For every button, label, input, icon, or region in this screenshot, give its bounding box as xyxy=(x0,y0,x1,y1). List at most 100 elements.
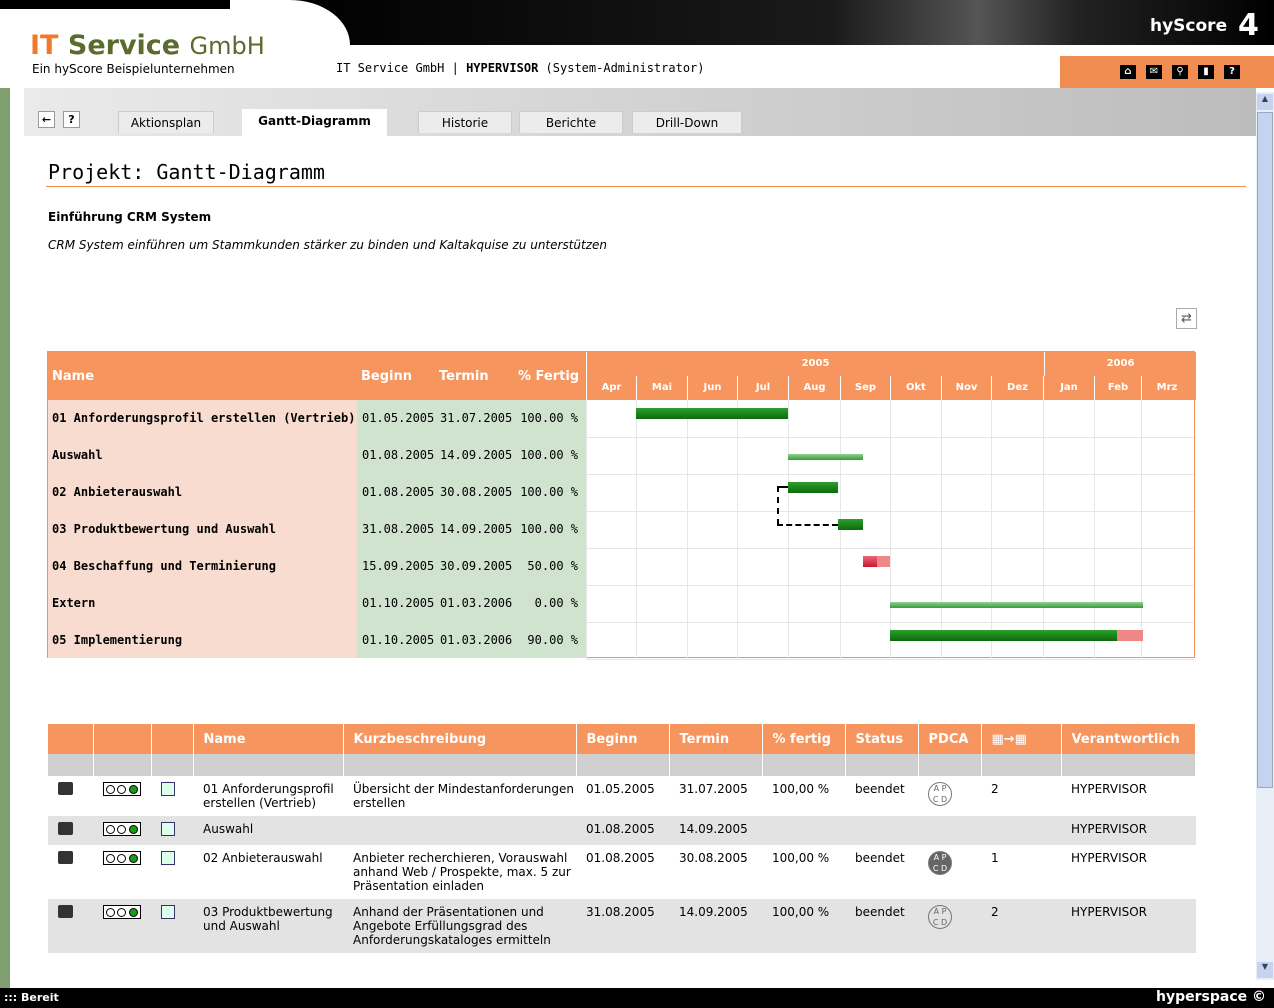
gantt-month-aug: Aug xyxy=(788,376,840,400)
book-icon[interactable]: ▮ xyxy=(1198,65,1214,79)
gantt-bar-anforderungsprofil[interactable] xyxy=(636,408,788,419)
gantt-task-end: 14.09.2005 xyxy=(440,448,513,462)
cell-pct: 100,00 % xyxy=(772,782,830,796)
cell-icon xyxy=(48,816,93,845)
gantt-col-end: Termin xyxy=(439,369,489,384)
mail-icon[interactable]: ✉ xyxy=(1146,65,1162,79)
gantt-gridline xyxy=(788,400,789,658)
gantt-summary-extern[interactable] xyxy=(890,602,1143,608)
gantt-gridline xyxy=(991,400,992,658)
gantt-chart: Name Beginn Termin % Fertig 2005 2006 Ap… xyxy=(47,351,1196,660)
col-name[interactable]: Name xyxy=(193,724,344,754)
document-icon[interactable] xyxy=(161,782,175,796)
brand-name: hyScore xyxy=(1150,16,1228,36)
company-logo[interactable]: IT Service GmbH xyxy=(30,30,265,61)
document-icon[interactable] xyxy=(161,822,175,836)
brand-logo: hyScore 4 xyxy=(1150,8,1259,43)
gantt-row-line xyxy=(586,622,1194,623)
gantt-row[interactable]: Extern 01.10.2005 01.03.2006 0.00 % xyxy=(48,585,586,622)
gantt-month-jul: Jul xyxy=(737,376,788,400)
gantt-bar-produktbewertung[interactable] xyxy=(838,519,864,530)
gantt-task-begin: 01.10.2005 xyxy=(362,633,435,647)
cell-desc: Anhand der Präsentationen und Angebote E… xyxy=(343,899,576,953)
col-status[interactable]: Status xyxy=(845,724,919,754)
gantt-row[interactable]: 02 Anbieterauswahl 01.08.2005 30.08.2005 10… xyxy=(48,474,586,511)
info-user: HYPERVISOR xyxy=(466,61,539,75)
gantt-row-line xyxy=(586,511,1194,512)
header-icons: ⌂ ✉ ⚲ ▮ ? xyxy=(1120,65,1240,79)
gantt-task-end: 01.03.2006 xyxy=(440,596,513,610)
gantt-task-begin: 15.09.2005 xyxy=(362,559,435,573)
document-icon[interactable] xyxy=(161,905,175,919)
gantt-row[interactable]: Auswahl 01.08.2005 14.09.2005 100.00 % xyxy=(48,437,586,474)
col-desc[interactable]: Kurzbeschreibung xyxy=(343,724,577,754)
gantt-row[interactable]: 01 Anforderungsprofil erstellen (Vertrie… xyxy=(48,400,586,437)
gantt-row[interactable]: 05 Implementierung 01.10.2005 01.03.2006 90… xyxy=(48,622,586,659)
gantt-task-pct: 100.00 % xyxy=(520,522,578,536)
gantt-gridline xyxy=(1094,400,1095,658)
left-accent-bar xyxy=(0,88,10,988)
gantt-month-mai: Mai xyxy=(636,376,687,400)
cell-pct: 100,00 % xyxy=(762,899,845,953)
table-row[interactable]: 03 Produktbewertung und Auswahl Anhand de… xyxy=(48,899,1196,953)
vertical-scrollbar[interactable]: ▲ ▼ xyxy=(1256,92,1274,980)
col-pdca[interactable]: PDCA xyxy=(918,724,982,754)
col-pct[interactable]: % fertig xyxy=(762,724,846,754)
gantt-task-pct: 50.00 % xyxy=(527,559,578,573)
edit-icon[interactable] xyxy=(58,782,73,795)
edit-icon[interactable] xyxy=(58,851,73,864)
table-row[interactable]: 02 Anbieterauswahl Anbieter recherchieren… xyxy=(48,845,1196,899)
gantt-bar-implementierung-rest[interactable] xyxy=(1117,630,1143,641)
col-owner[interactable]: Verantwortlich xyxy=(1061,724,1196,754)
search-icon[interactable]: ⚲ xyxy=(1172,65,1188,79)
gantt-bar-implementierung-done[interactable] xyxy=(890,630,1118,641)
scroll-thumb[interactable] xyxy=(1257,112,1273,788)
project-name: Einführung CRM System xyxy=(48,210,212,224)
gantt-row[interactable]: 03 Produktbewertung und Auswahl 31.08.200… xyxy=(48,511,586,548)
scroll-up-icon[interactable]: ▲ xyxy=(1257,94,1273,110)
edit-icon[interactable] xyxy=(58,822,73,835)
gantt-bar-anbieterauswahl[interactable] xyxy=(788,482,839,493)
col-traffic xyxy=(93,724,152,754)
cell-owner: HYPERVISOR xyxy=(1071,782,1148,796)
gantt-dependency-line xyxy=(777,486,779,525)
home-icon[interactable]: ⌂ xyxy=(1120,65,1136,79)
table-row[interactable]: Auswahl 01.08.2005 14.09.2005 HYPERVISOR xyxy=(48,816,1196,845)
gantt-bar-beschaffung-rest[interactable] xyxy=(876,556,890,567)
scroll-down-icon[interactable]: ▼ xyxy=(1257,962,1273,978)
document-icon[interactable] xyxy=(161,851,175,865)
table-row[interactable]: 01 Anforderungsprofil erstellen (Vertrie… xyxy=(48,776,1196,816)
cell-icon xyxy=(151,816,193,845)
cell-owner: HYPERVISOR xyxy=(1061,899,1196,953)
gantt-row[interactable]: 04 Beschaffung und Terminierung 15.09.200… xyxy=(48,548,586,585)
pdca-icon[interactable]: A PC D xyxy=(928,905,952,929)
tab-berichte[interactable]: Berichte xyxy=(519,111,623,133)
gantt-row-line xyxy=(586,474,1194,475)
edit-icon[interactable] xyxy=(58,905,73,918)
refresh-icon[interactable]: ⇄ xyxy=(1176,308,1197,329)
gantt-col-pct: % Fertig xyxy=(518,369,580,384)
cell-icon xyxy=(93,845,151,899)
tab-gantt-diagramm[interactable]: Gantt-Diagramm xyxy=(242,109,387,136)
gantt-gridline xyxy=(586,400,587,658)
tab-historie[interactable]: Historie xyxy=(418,111,512,133)
tab-drill-down[interactable]: Drill-Down xyxy=(632,111,742,133)
gantt-task-begin: 01.05.2005 xyxy=(362,411,435,425)
back-button[interactable]: ← xyxy=(38,111,55,128)
col-dependency[interactable]: ▦→▦ xyxy=(981,724,1062,754)
help-button[interactable]: ? xyxy=(63,111,80,128)
cell-name: Auswahl xyxy=(193,816,343,845)
tab-aktionsplan[interactable]: Aktionsplan xyxy=(118,111,214,133)
gantt-summary-auswahl[interactable] xyxy=(788,454,864,460)
col-begin[interactable]: Beginn xyxy=(576,724,670,754)
cell-begin: 01.08.2005 xyxy=(586,851,655,865)
gantt-bar-beschaffung-done[interactable] xyxy=(863,556,877,567)
pdca-icon[interactable]: A PC D xyxy=(928,851,952,875)
help-icon[interactable]: ? xyxy=(1224,65,1240,79)
gantt-month-nov: Nov xyxy=(941,376,991,400)
pdca-icon[interactable]: A PC D xyxy=(928,782,952,806)
gantt-task-pct: 0.00 % xyxy=(534,596,578,610)
gantt-task-pct: 100.00 % xyxy=(520,448,578,462)
gantt-month-okt: Okt xyxy=(890,376,941,400)
col-end[interactable]: Termin xyxy=(669,724,763,754)
